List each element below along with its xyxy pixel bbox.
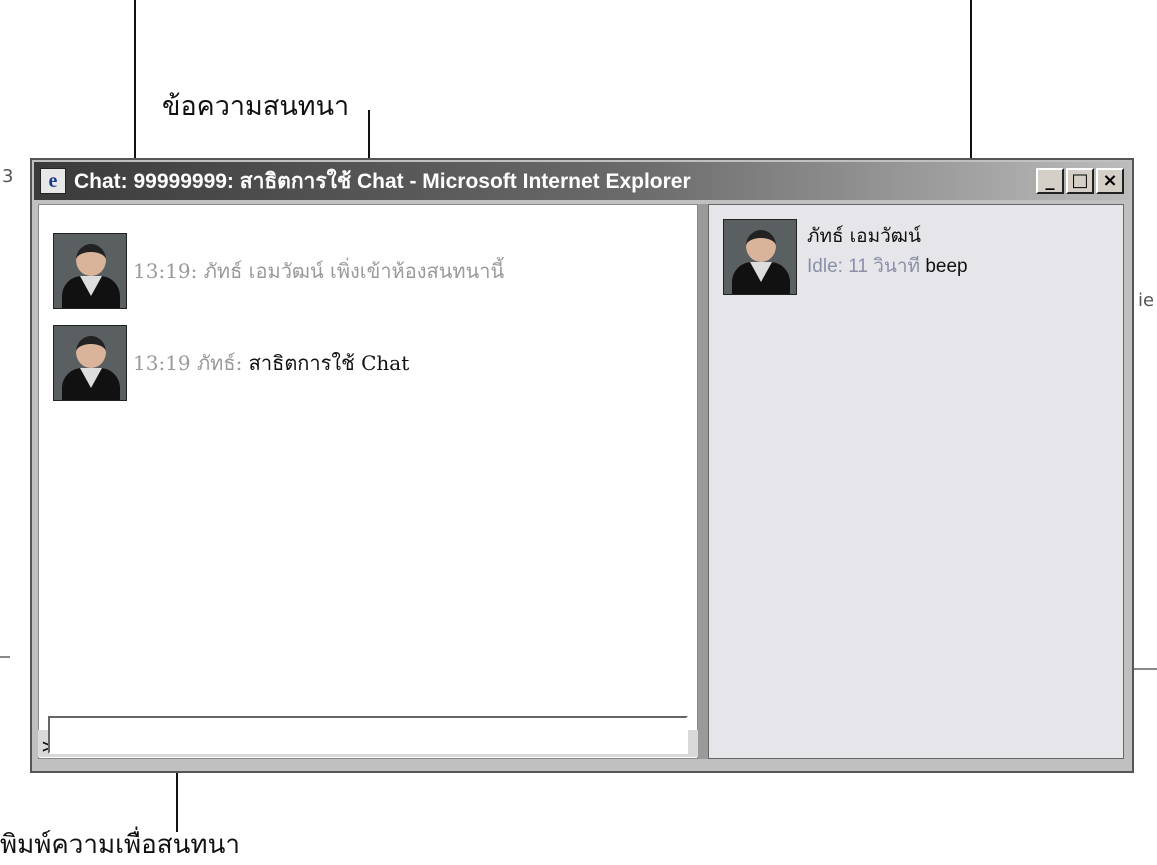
chat-message-text: 13:19 ภัทธ์: สาธิตการใช้ Chat xyxy=(133,347,409,379)
message-item: 13:19: ภัทธ์ เอมวัฒน์ เพิ่งเข้าห้องสนทนา… xyxy=(53,233,504,309)
chat-window: e Chat: 99999999: สาธิตการใช้ Chat - Mic… xyxy=(30,158,1134,773)
pane-splitter[interactable] xyxy=(698,204,708,759)
internet-explorer-icon: e xyxy=(40,168,66,194)
maximize-button[interactable]: □ xyxy=(1066,168,1094,194)
user-list-item[interactable]: ภัทธ์ เอมวัฒน์ Idle: 11 วินาที beep xyxy=(723,219,968,295)
system-message-text: 13:19: ภัทธ์ เอมวัฒน์ เพิ่งเข้าห้องสนทนา… xyxy=(133,259,505,283)
user-info: ภัทธ์ เอมวัฒน์ Idle: 11 วินาที beep xyxy=(807,221,968,281)
message-body: สาธิตการใช้ Chat xyxy=(242,351,410,375)
user-status: Idle: 11 วินาที beep xyxy=(807,251,968,281)
avatar xyxy=(53,233,127,309)
message-time-user: 13:19 ภัทธ์: xyxy=(133,351,243,375)
page-rule-left xyxy=(0,656,10,658)
window-title: Chat: 99999999: สาธิตการใช้ Chat - Micro… xyxy=(74,169,691,193)
message-item: 13:19 ภัทธ์: สาธิตการใช้ Chat xyxy=(53,325,409,401)
user-list-pane: ภัทธ์ เอมวัฒน์ Idle: 11 วินาที beep xyxy=(708,204,1124,759)
user-name: ภัทธ์ เอมวัฒน์ xyxy=(807,225,921,247)
edge-fragment-left: 3 xyxy=(2,166,14,187)
avatar xyxy=(723,219,797,295)
edge-fragment-right: ie xyxy=(1138,290,1155,311)
title-bar[interactable]: e Chat: 99999999: สาธิตการใช้ Chat - Mic… xyxy=(34,162,1130,200)
beep-link[interactable]: beep xyxy=(925,256,967,277)
avatar xyxy=(53,325,127,401)
chat-message-input[interactable] xyxy=(48,716,688,754)
message-pane[interactable]: 13:19: ภัทธ์ เอมวัฒน์ เพิ่งเข้าห้องสนทนา… xyxy=(38,204,698,759)
page-rule-right xyxy=(1134,668,1157,670)
annotation-messages-label: ข้อความสนทนา xyxy=(162,91,350,122)
annotation-type-label: พิมพ์ความเพื่อสนทนา xyxy=(0,830,240,860)
minimize-button[interactable]: _ xyxy=(1036,168,1064,194)
window-controls: _ □ × xyxy=(1036,168,1124,194)
user-idle-text: Idle: 11 วินาที xyxy=(807,256,921,277)
close-button[interactable]: × xyxy=(1096,168,1124,194)
